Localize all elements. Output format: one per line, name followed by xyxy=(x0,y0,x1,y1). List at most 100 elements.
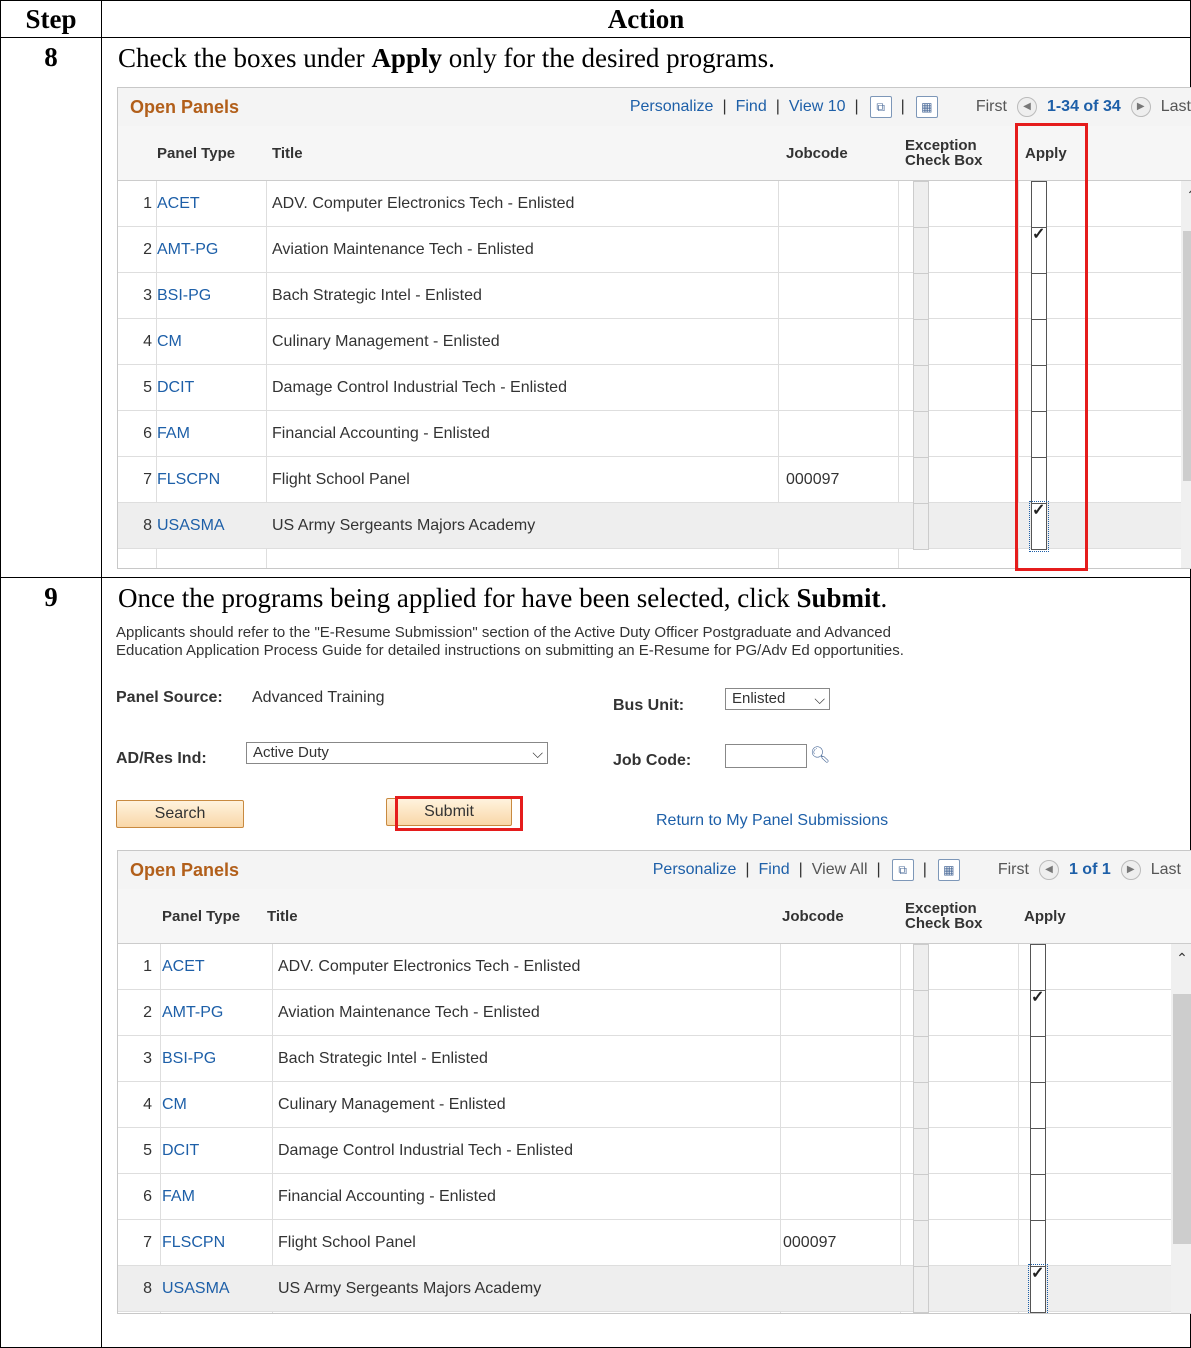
step-9-number: 9 xyxy=(0,577,102,1348)
apply-checkbox[interactable] xyxy=(1028,1263,1048,1313)
personalize-link[interactable]: Personalize xyxy=(653,861,737,879)
vertical-scrollbar[interactable]: ⌃ xyxy=(1171,944,1191,1313)
job-code-input[interactable] xyxy=(725,744,807,768)
exception-checkbox xyxy=(913,503,929,550)
panel-type-link[interactable]: CM xyxy=(157,319,182,364)
return-link[interactable]: Return to My Panel Submissions xyxy=(656,812,888,830)
apply-checkbox[interactable] xyxy=(1030,944,1046,991)
find-link[interactable]: Find xyxy=(759,861,790,879)
row-title: Culinary Management - Enlisted xyxy=(272,332,500,350)
panel-type-link[interactable]: BSI-PG xyxy=(162,1036,216,1081)
magnifier-icon[interactable]: 🔍︎ xyxy=(810,745,830,765)
ad-res-select[interactable]: Active Duty ⌵ xyxy=(246,742,548,764)
col-panel-type[interactable]: Panel Type xyxy=(162,889,240,943)
grid-navigation: Personalize | Find | View 10 | ⧉ | ▦ First ◀… xyxy=(630,88,1191,126)
row-title: ADV. Computer Electronics Tech - Enliste… xyxy=(272,194,575,212)
row-title: US Army Sergeants Majors Academy xyxy=(278,1279,542,1297)
search-button[interactable]: Search xyxy=(116,800,244,828)
grid-header: Open Panels Personalize | Find | View 10 | … xyxy=(118,88,1191,127)
exception-checkbox xyxy=(913,319,929,366)
first-arrow-icon[interactable]: ◀ xyxy=(1016,97,1037,117)
first-label[interactable]: First xyxy=(976,98,1007,116)
action-header: Action xyxy=(101,0,1191,38)
scroll-up-icon[interactable]: ⌃ xyxy=(1171,950,1191,967)
row-range: 1 of 1 xyxy=(1068,861,1111,878)
panel-type-link[interactable]: FLSCPN xyxy=(157,457,220,502)
exception-checkbox xyxy=(913,1128,929,1175)
col-title[interactable]: Title xyxy=(267,889,298,943)
apply-checkbox[interactable] xyxy=(1030,1082,1046,1129)
row-title: Damage Control Industrial Tech - Enliste… xyxy=(272,378,567,396)
panel-type-link[interactable]: CM xyxy=(162,1082,187,1127)
vertical-scrollbar[interactable]: ⌃ xyxy=(1181,181,1191,568)
col-title[interactable]: Title xyxy=(272,126,303,180)
scroll-up-icon[interactable]: ⌃ xyxy=(1181,187,1191,204)
row-number: 8 xyxy=(143,1279,152,1297)
row-number: 4 xyxy=(143,332,152,350)
apply-checkbox[interactable] xyxy=(1030,1036,1046,1083)
view-link[interactable]: View All xyxy=(812,861,868,879)
table-row: 5 DCIT Damage Control Industrial Tech - En… xyxy=(118,1128,1171,1175)
download-grid-icon[interactable]: ▦ xyxy=(915,96,938,118)
panel-type-link[interactable]: USASMA xyxy=(157,503,225,548)
table-row: 7 FLSCPN Flight School Panel 000097 xyxy=(118,1220,1171,1267)
panel-type-link[interactable]: USASMA xyxy=(162,1266,230,1311)
table-row: 6 FAM Financial Accounting - Enlisted xyxy=(118,1174,1171,1221)
first-arrow-icon[interactable]: ◀ xyxy=(1038,860,1059,880)
apply-checkbox[interactable] xyxy=(1030,1128,1046,1175)
popout-icon[interactable]: ⧉ xyxy=(869,96,892,118)
personalize-link[interactable]: Personalize xyxy=(630,98,714,116)
row-title: Damage Control Industrial Tech - Enliste… xyxy=(278,1141,573,1159)
grid-title: Open Panels xyxy=(130,859,240,880)
col-jobcode[interactable]: Jobcode xyxy=(786,126,848,180)
row-number: 6 xyxy=(143,424,152,442)
row-title: Culinary Management - Enlisted xyxy=(278,1095,506,1113)
row-title: Aviation Maintenance Tech - Enlisted xyxy=(272,240,534,258)
step-8-number: 8 xyxy=(0,37,102,578)
col-apply[interactable]: Apply xyxy=(1024,889,1066,943)
last-arrow-icon[interactable]: ▶ xyxy=(1130,97,1151,117)
exception-checkbox xyxy=(913,1266,929,1313)
grid-rows: 1 ACET ADV. Computer Electronics Tech - En… xyxy=(118,944,1191,1313)
panel-type-link[interactable]: DCIT xyxy=(157,365,194,410)
download-grid-icon[interactable]: ▦ xyxy=(937,859,960,881)
panel-type-link[interactable]: AMT-PG xyxy=(157,227,218,272)
col-jobcode[interactable]: Jobcode xyxy=(782,889,844,943)
apply-checkbox[interactable] xyxy=(1030,1174,1046,1221)
col-exception[interactable]: Exception Check Box xyxy=(905,126,983,180)
exception-checkbox xyxy=(913,1082,929,1129)
step-9-instruction: Once the programs being applied for have… xyxy=(118,583,888,613)
col-panel-type[interactable]: Panel Type xyxy=(157,126,235,180)
open-panels-grid: Open Panels Personalize | Find | View All |… xyxy=(117,850,1191,1314)
bus-unit-select[interactable]: Enlisted ⌵ xyxy=(725,688,830,710)
row-title: ADV. Computer Electronics Tech - Enliste… xyxy=(278,957,581,975)
scroll-thumb[interactable] xyxy=(1173,994,1191,1244)
view-link[interactable]: View 10 xyxy=(789,98,846,116)
first-label[interactable]: First xyxy=(998,861,1029,879)
panel-source-value: Advanced Training xyxy=(252,689,385,706)
apply-checkbox[interactable] xyxy=(1030,1220,1046,1267)
popout-icon[interactable]: ⧉ xyxy=(891,859,914,881)
panel-type-link[interactable]: DCIT xyxy=(162,1128,199,1173)
row-number: 6 xyxy=(143,1187,152,1205)
row-jobcode: 000097 xyxy=(783,1233,837,1251)
scroll-thumb[interactable] xyxy=(1183,231,1191,481)
panel-type-link[interactable]: AMT-PG xyxy=(162,990,223,1035)
find-link[interactable]: Find xyxy=(736,98,767,116)
panel-type-link[interactable]: BSI-PG xyxy=(157,273,211,318)
panel-type-link[interactable]: FAM xyxy=(162,1174,195,1219)
panel-type-link[interactable]: ACET xyxy=(162,944,205,989)
panel-type-link[interactable]: FAM xyxy=(157,411,190,456)
last-label[interactable]: Last xyxy=(1161,98,1191,116)
chevron-down-icon: ⌵ xyxy=(532,745,543,761)
panel-type-link[interactable]: ACET xyxy=(157,181,200,226)
row-number: 3 xyxy=(143,1049,152,1067)
row-jobcode: 000097 xyxy=(786,470,840,488)
last-label[interactable]: Last xyxy=(1151,861,1181,879)
col-exception[interactable]: Exception Check Box xyxy=(905,889,983,943)
last-arrow-icon[interactable]: ▶ xyxy=(1120,860,1141,880)
grid-header: Open Panels Personalize | Find | View All |… xyxy=(118,851,1191,890)
apply-checkbox[interactable] xyxy=(1030,987,1046,1037)
row-number: 8 xyxy=(143,516,152,534)
panel-type-link[interactable]: FLSCPN xyxy=(162,1220,225,1265)
